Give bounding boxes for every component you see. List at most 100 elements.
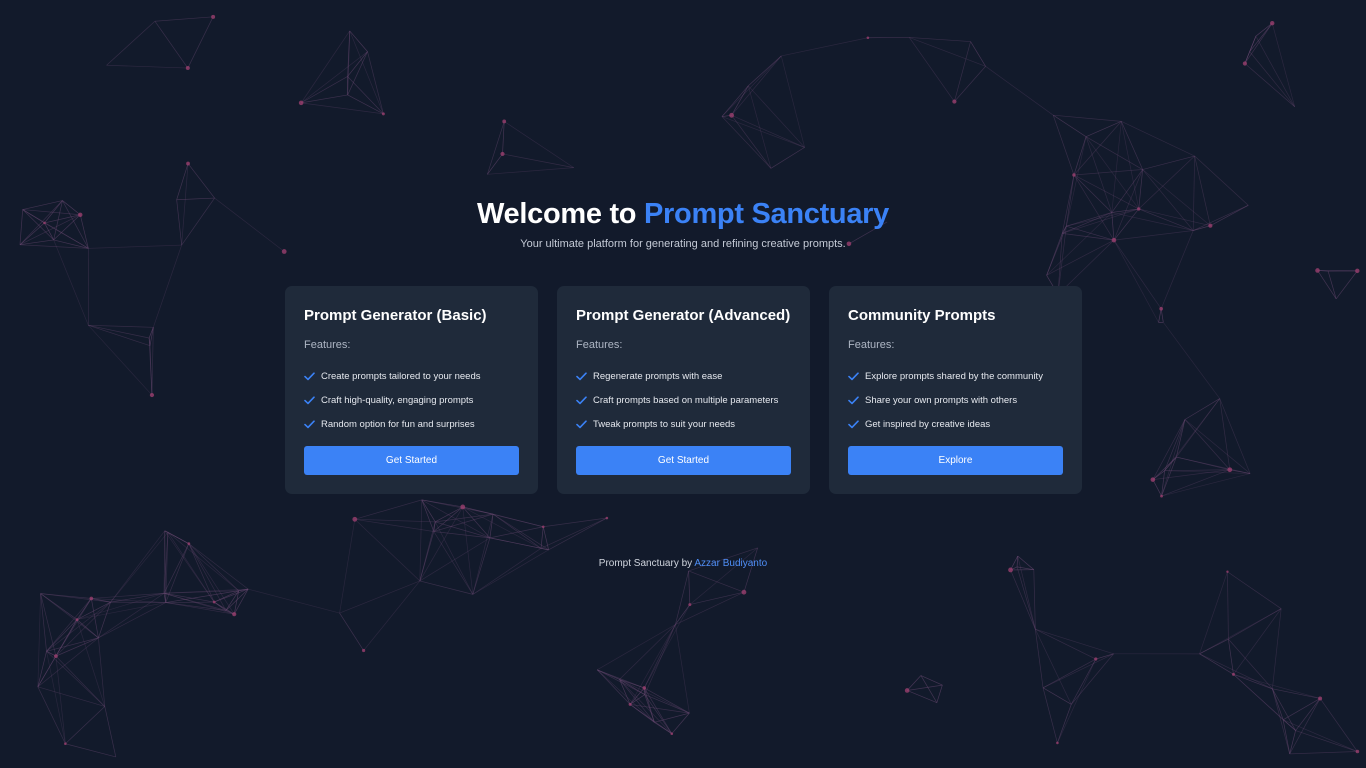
network-line (1199, 653, 1273, 690)
network-line (548, 517, 608, 551)
network-line (1289, 698, 1321, 755)
get-started-basic-button[interactable]: Get Started (304, 446, 519, 475)
network-line (540, 526, 544, 549)
network-line (1184, 419, 1231, 470)
network-line (487, 167, 574, 175)
network-node (541, 525, 545, 529)
network-line (1233, 608, 1282, 675)
network-line (1113, 239, 1159, 323)
network-line (1199, 608, 1282, 655)
network-line (1244, 63, 1295, 107)
network-line (654, 722, 672, 734)
network-node (187, 542, 191, 546)
network-node (1355, 749, 1360, 754)
network-node (1227, 467, 1233, 473)
network-node (1315, 268, 1320, 273)
network-line (349, 30, 368, 52)
network-node (1318, 696, 1323, 701)
network-line (1152, 479, 1162, 497)
check-icon (848, 395, 865, 405)
network-line (1327, 271, 1337, 299)
card-title: Prompt Generator (Basic) (304, 307, 487, 324)
feature-text: Get inspired by creative ideas (865, 419, 991, 430)
page-title: Welcome to Prompt Sanctuary (0, 198, 1366, 231)
network-line (1271, 23, 1296, 107)
network-line (1219, 398, 1231, 470)
network-line (970, 41, 986, 67)
network-line (671, 712, 690, 734)
network-node (1160, 494, 1163, 498)
author-link[interactable]: Azzar Budiyanto (694, 558, 767, 569)
network-line (363, 580, 421, 651)
network-line (300, 30, 350, 104)
network-line (731, 85, 749, 116)
feature-text: Create prompts tailored to your needs (321, 371, 481, 382)
page-subtitle: Your ultimate platform for generating an… (520, 238, 846, 250)
check-icon (848, 419, 865, 429)
card-prompt-generator-advanced: Prompt Generator (Advanced) Features: Re… (557, 286, 810, 494)
feature-text: Explore prompts shared by the community (865, 371, 1043, 382)
network-line (46, 601, 111, 652)
explore-button[interactable]: Explore (848, 446, 1063, 475)
network-line (37, 637, 99, 688)
get-started-advanced-button[interactable]: Get Started (576, 446, 791, 475)
network-line (163, 592, 227, 611)
network-line (55, 655, 106, 707)
check-icon (304, 371, 321, 381)
network-node (741, 589, 747, 595)
network-node (232, 612, 237, 617)
feature-item: Craft high-quality, engaging prompts (304, 395, 480, 419)
network-line (1289, 751, 1358, 755)
network-line (985, 66, 1054, 116)
network-line (920, 675, 938, 703)
network-line (596, 669, 631, 705)
network-line (1053, 114, 1087, 137)
network-line (907, 684, 943, 691)
network-line (188, 543, 215, 603)
network-line (731, 55, 782, 116)
network-line (462, 506, 542, 549)
network-line (1073, 169, 1143, 176)
feature-item: Craft prompts based on multiple paramete… (576, 395, 778, 419)
network-line (65, 706, 106, 744)
network-line (1295, 698, 1321, 731)
feature-list: Create prompts tailored to your needs Cr… (304, 371, 480, 443)
network-line (721, 85, 749, 117)
network-line (300, 51, 368, 104)
network-line (301, 102, 384, 115)
network-line (1161, 469, 1230, 497)
footer: Prompt Sanctuary by Azzar Budiyanto (0, 558, 1366, 569)
network-node (89, 596, 94, 601)
network-line (106, 20, 156, 66)
network-node (75, 618, 79, 621)
network-line (187, 16, 214, 69)
network-line (492, 513, 544, 528)
network-line (154, 21, 189, 69)
network-line (1249, 51, 1295, 107)
network-line (770, 147, 805, 169)
network-line (106, 64, 188, 69)
card-community-prompts: Community Prompts Features: Explore prom… (829, 286, 1082, 494)
network-node (1159, 306, 1163, 311)
feature-item: Tweak prompts to suit your needs (576, 419, 778, 443)
network-line (1073, 121, 1122, 176)
network-line (462, 506, 474, 595)
feature-item: Share your own prompts with others (848, 395, 1043, 419)
network-line (1113, 239, 1162, 309)
network-node (605, 516, 609, 520)
network-line (675, 570, 689, 625)
network-line (731, 115, 772, 169)
network-line (248, 588, 340, 614)
network-line (187, 163, 215, 199)
network-node (1072, 173, 1076, 177)
network-line (731, 114, 805, 148)
network-line (748, 55, 782, 87)
network-line (1219, 398, 1251, 474)
network-line (906, 675, 922, 691)
network-line (1085, 136, 1143, 170)
network-line (1121, 121, 1195, 157)
network-line (1035, 628, 1096, 660)
network-line (53, 239, 89, 326)
network-line (1057, 704, 1072, 744)
hero: Welcome to Prompt Sanctuary Your ultimat… (0, 198, 1366, 250)
